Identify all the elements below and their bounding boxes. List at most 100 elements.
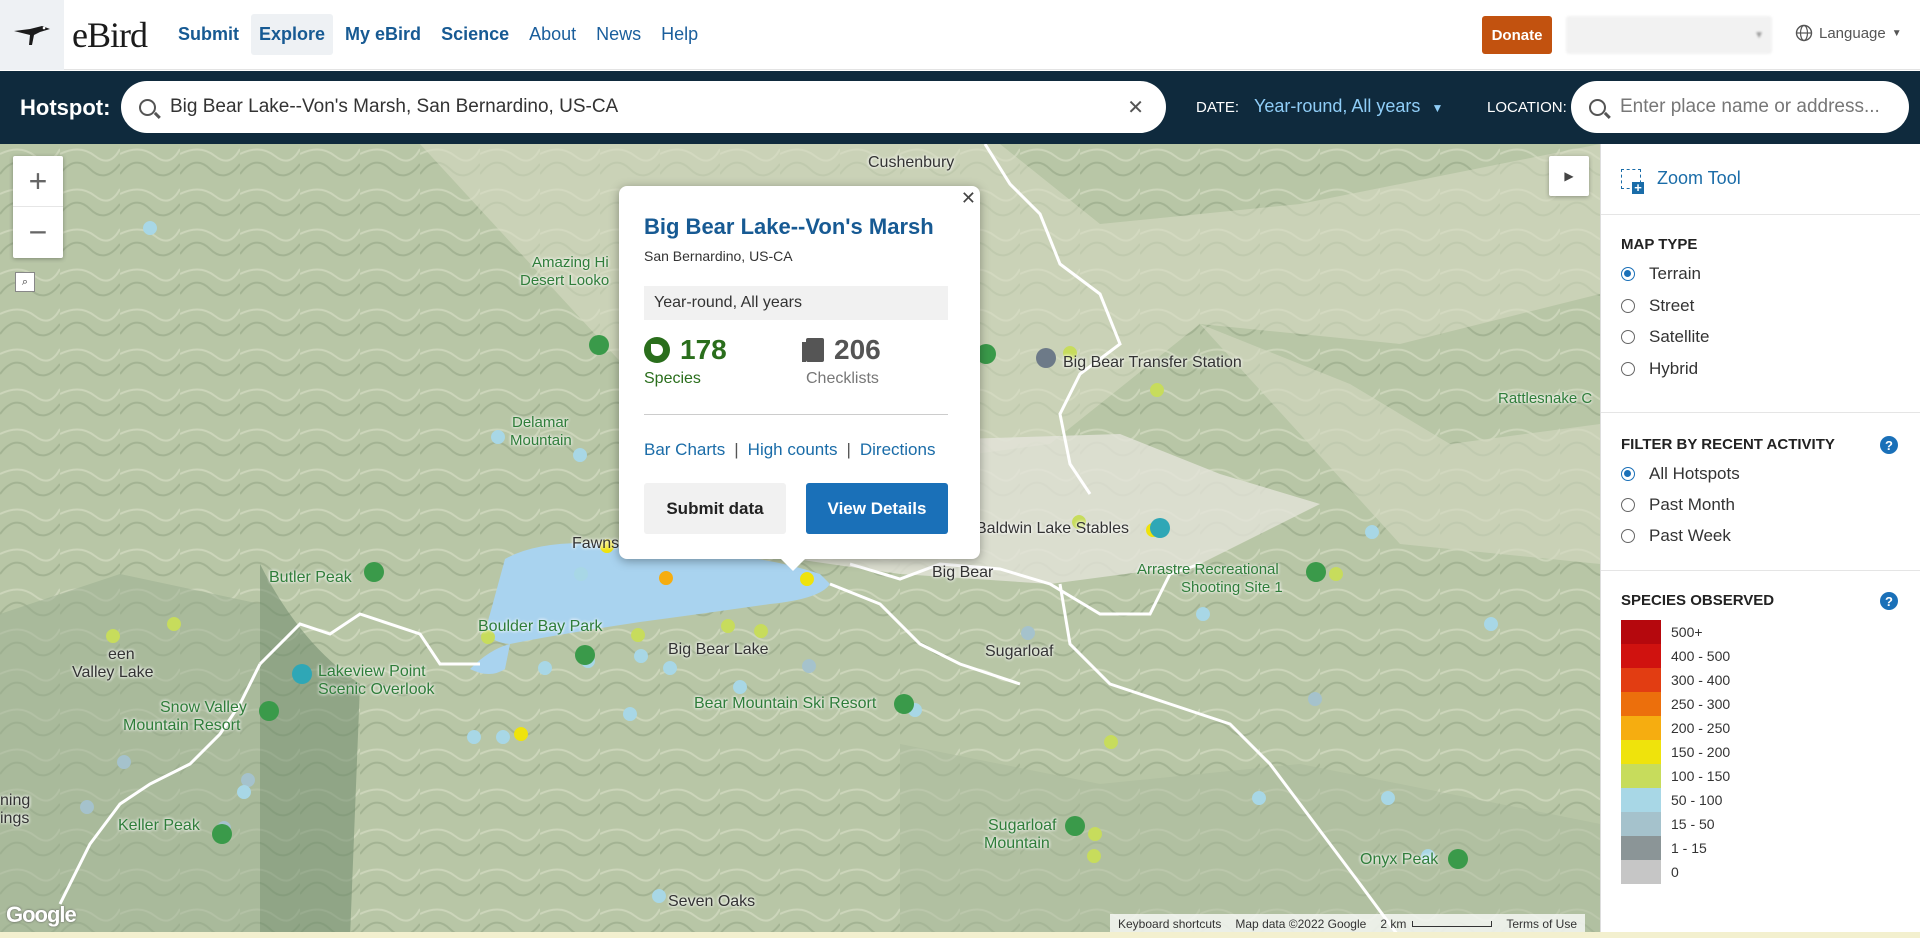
search-icon	[1589, 98, 1606, 116]
caret-down-icon: ▼	[1431, 101, 1444, 115]
bottom-strip	[0, 932, 1920, 938]
legend-swatch	[1621, 836, 1661, 860]
zoom-in-button[interactable]: +	[13, 156, 63, 207]
top-nav: eBird Submit Explore My eBird Science Ab…	[0, 0, 1920, 70]
search-bar: Hotspot: Big Bear Lake--Von's Marsh, San…	[0, 71, 1920, 144]
help-icon[interactable]: ?	[1880, 592, 1898, 610]
magnifier-icon[interactable]: ⌕	[15, 272, 35, 292]
high-counts-link[interactable]: High counts	[748, 440, 838, 460]
species-icon	[644, 337, 670, 363]
scale-bar: 2 km	[1380, 917, 1407, 931]
nav-help[interactable]: Help	[653, 14, 706, 55]
zoom-tool-label: Zoom Tool	[1657, 168, 1741, 188]
popup-period: Year-round, All years	[644, 286, 948, 320]
divider	[1601, 570, 1920, 571]
popup-title[interactable]: Big Bear Lake--Von's Marsh	[644, 214, 934, 240]
map-label: Arrastre Recreational	[1137, 561, 1279, 578]
legend-swatch	[1621, 812, 1661, 836]
legend-swatch	[1621, 692, 1661, 716]
close-icon[interactable]: ✕	[961, 188, 976, 209]
filter-past-month[interactable]: Past Month	[1621, 495, 1735, 515]
map-type-terrain[interactable]: Terrain	[1621, 264, 1701, 284]
map-label: Scenic Overlook	[318, 681, 435, 698]
radio-dot	[1621, 299, 1635, 313]
nav-submit[interactable]: Submit	[170, 14, 247, 55]
legend-label: 150 - 200	[1671, 744, 1731, 760]
nav-news[interactable]: News	[588, 14, 649, 55]
legend-row: 1 - 15	[1621, 836, 1730, 860]
map-type-satellite[interactable]: Satellite	[1621, 327, 1709, 347]
nav-science[interactable]: Science	[433, 14, 517, 55]
map-data-credit: Map data ©2022 Google	[1235, 917, 1367, 931]
nav-explore[interactable]: Explore	[251, 14, 334, 55]
radio-dot	[1621, 362, 1635, 376]
filter-all-hotspots[interactable]: All Hotspots	[1621, 464, 1740, 484]
keyboard-shortcuts-link[interactable]: Keyboard shortcuts	[1118, 917, 1221, 931]
divider	[1601, 214, 1920, 215]
ebird-logo-icon[interactable]	[0, 0, 64, 70]
legend-row: 150 - 200	[1621, 740, 1730, 764]
checklists-label: Checklists	[806, 370, 879, 387]
expand-panel-button[interactable]: ▶	[1549, 156, 1589, 196]
radio-dot	[1621, 467, 1635, 481]
map-type-label: Hybrid	[1649, 359, 1699, 378]
map-label: Valley Lake	[72, 664, 154, 681]
location-placeholder: Enter place name or address...	[1620, 96, 1880, 117]
legend-swatch	[1621, 764, 1661, 788]
hotspot-search-input[interactable]: Big Bear Lake--Von's Marsh, San Bernardi…	[121, 81, 1166, 133]
legend-swatch	[1621, 644, 1661, 668]
nav-my-ebird[interactable]: My eBird	[337, 14, 429, 55]
help-icon[interactable]: ?	[1880, 436, 1898, 454]
map-label: Lakeview Point	[318, 663, 426, 680]
terms-of-use-link[interactable]: Terms of Use	[1506, 917, 1577, 931]
directions-link[interactable]: Directions	[860, 440, 936, 460]
account-menu[interactable]: ▼	[1566, 16, 1772, 54]
hotspot-search-value: Big Bear Lake--Von's Marsh, San Bernardi…	[170, 96, 619, 117]
map-label: Fawns	[572, 535, 620, 552]
map-label: Bear Mountain Ski Resort	[694, 695, 877, 712]
map-type-label: Satellite	[1649, 327, 1710, 346]
legend-swatch	[1621, 860, 1661, 884]
link-separator: |	[846, 440, 851, 459]
map-type-hybrid[interactable]: Hybrid	[1621, 359, 1698, 379]
filter-past-week[interactable]: Past Week	[1621, 526, 1731, 546]
chevron-down-icon: ▼	[1891, 27, 1902, 39]
legend-row: 400 - 500	[1621, 644, 1730, 668]
species-label: Species	[644, 370, 701, 387]
legend-label: 100 - 150	[1671, 768, 1731, 784]
map-attribution: Keyboard shortcuts Map data ©2022 Google…	[1110, 914, 1586, 934]
brand-wordmark[interactable]: eBird	[72, 14, 148, 56]
legend-row: 0	[1621, 860, 1730, 884]
legend-swatch	[1621, 668, 1661, 692]
map-label: Desert Looko	[520, 272, 610, 289]
legend-label: 250 - 300	[1671, 696, 1731, 712]
donate-button[interactable]: Donate	[1482, 16, 1552, 54]
legend-swatch	[1621, 716, 1661, 740]
map-label: Sugarloaf	[985, 643, 1054, 660]
map-label: Seven Oaks	[668, 893, 756, 910]
location-input[interactable]: Enter place name or address...	[1571, 81, 1909, 133]
map-label: ning	[0, 792, 31, 809]
view-details-button[interactable]: View Details	[806, 483, 948, 534]
legend-row: 200 - 250	[1621, 716, 1730, 740]
submit-data-button[interactable]: Submit data	[644, 483, 786, 534]
legend-label: 200 - 250	[1671, 720, 1731, 736]
language-selector[interactable]: Language ▼	[1795, 24, 1902, 42]
location-label: LOCATION:	[1487, 99, 1567, 116]
clear-icon[interactable]: ✕	[1127, 95, 1144, 120]
map-label: Keller Peak	[118, 817, 200, 834]
hotspot-map[interactable]: + − ⌕ ▶ Cushenbury Amazing Hi Desert Loo…	[0, 144, 1600, 938]
caret-right-icon: ▶	[1564, 169, 1574, 183]
date-dropdown[interactable]: Year-round, All years ▼	[1254, 96, 1443, 117]
legend-swatch	[1621, 620, 1661, 644]
zoom-out-button[interactable]: −	[13, 207, 63, 258]
zoom-tool-button[interactable]: Zoom Tool	[1621, 168, 1741, 194]
map-type-street[interactable]: Street	[1621, 296, 1694, 316]
popup-subtitle: San Bernardino, US-CA	[644, 248, 793, 264]
filter-title: FILTER BY RECENT ACTIVITY	[1621, 436, 1835, 453]
legend-label: 300 - 400	[1671, 672, 1731, 688]
bar-charts-link[interactable]: Bar Charts	[644, 440, 725, 460]
zoom-controls: + −	[13, 156, 63, 258]
google-logo: Google	[6, 902, 77, 927]
nav-about[interactable]: About	[521, 14, 584, 55]
